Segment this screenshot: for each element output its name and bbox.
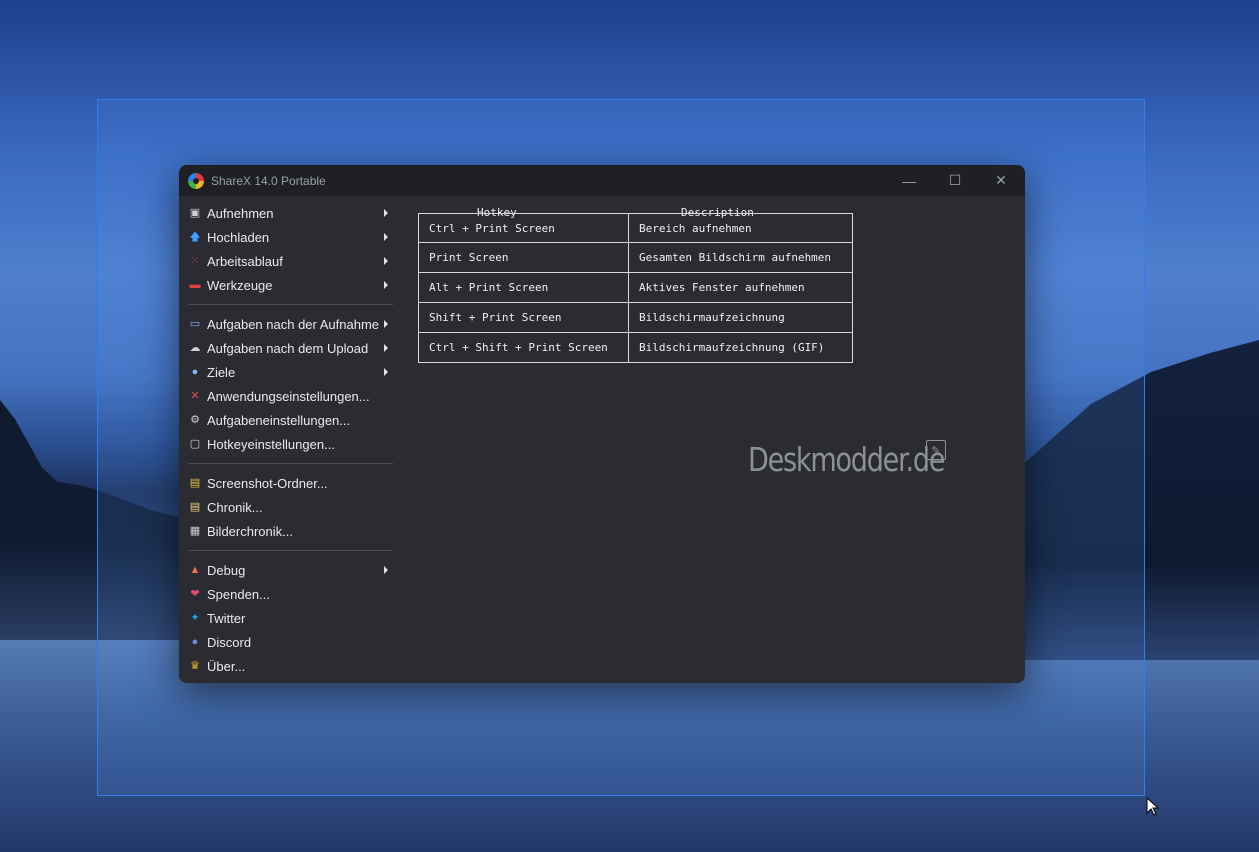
menu-item-hotkeyeinstellungen[interactable]: ▢ Hotkeyeinstellungen... <box>179 432 397 456</box>
traffic-cone-icon: ▲ <box>189 563 201 576</box>
description-cell: Bereich aufnehmen <box>628 213 853 243</box>
hotkey-panel: Hotkey Description Ctrl + Print Screen Be… <box>397 196 1025 683</box>
crown-icon: ♛ <box>190 659 200 672</box>
description-cell: Bildschirmaufzeichnung <box>628 302 853 333</box>
maximize-button[interactable]: ☐ <box>932 165 978 196</box>
menu-item-chronik[interactable]: ▤ Chronik... <box>179 495 397 519</box>
menu-item-aufgaben-nach-dem-upload[interactable]: ☁ Aufgaben nach dem Upload <box>179 336 397 360</box>
toolbox-icon: ▬ <box>189 278 201 291</box>
minimize-icon: — <box>902 172 916 189</box>
menu-item-label: Chronik... <box>207 499 263 515</box>
submenu-arrow-icon <box>384 344 388 352</box>
history-icon: ▤ <box>189 500 201 513</box>
menu-separator <box>179 543 397 558</box>
submenu-arrow-icon <box>384 233 388 241</box>
description-cell: Gesamten Bildschirm aufnehmen <box>628 242 853 273</box>
hotkey-cell: Shift + Print Screen <box>418 302 629 333</box>
folder-icon: ▤ <box>189 476 201 489</box>
gear-icon: ⚙ <box>190 413 200 426</box>
menu-separator <box>179 297 397 312</box>
window-title: ShareX 14.0 Portable <box>211 173 326 188</box>
hotkey-table: Ctrl + Print Screen Bereich aufnehmen Prin… <box>418 213 853 363</box>
menu-item-ziele[interactable]: ● Ziele <box>179 360 397 384</box>
description-cell: Bildschirmaufzeichnung (GIF) <box>628 332 853 363</box>
menu-item-label: Anwendungseinstellungen... <box>207 388 370 404</box>
image-history-icon: ▦ <box>189 524 201 537</box>
menu-item-aufgaben-nach-der-aufnahme[interactable]: ▭ Aufgaben nach der Aufnahme <box>179 312 397 336</box>
main-menu: ▣ Aufnehmen 🡅 Hochladen ⁙ Arbeitsablauf ▬ Werkz… <box>179 196 397 683</box>
table-row: Shift + Print Screen Bildschirmaufzeichnu… <box>418 302 853 333</box>
menu-item-screenshot-ordner[interactable]: ▤ Screenshot-Ordner... <box>179 471 397 495</box>
menu-item-label: Debug <box>207 562 246 578</box>
minimize-button[interactable]: — <box>886 165 932 196</box>
tools-icon: ✕ <box>190 389 200 402</box>
menu-item-werkzeuge[interactable]: ▬ Werkzeuge <box>179 273 397 297</box>
hotkey-cell: Ctrl + Shift + Print Screen <box>418 332 629 363</box>
submenu-arrow-icon <box>384 281 388 289</box>
submenu-arrow-icon <box>384 209 388 217</box>
menu-item-arbeitsablauf[interactable]: ⁙ Arbeitsablauf <box>179 249 397 273</box>
heart-icon: ❤ <box>190 587 200 600</box>
submenu-arrow-icon <box>384 566 388 574</box>
menu-item-label: Spenden... <box>207 586 270 602</box>
menu-item-hochladen[interactable]: 🡅 Hochladen <box>179 225 397 249</box>
menu-item-label: Aufgabeneinstellungen... <box>207 412 351 428</box>
menu-item-label: Hotkeyeinstellungen... <box>207 436 335 452</box>
cloud-upload-icon: ☁ <box>189 341 201 354</box>
discord-icon: ● <box>191 635 199 648</box>
title-bar[interactable]: ShareX 14.0 Portable — ☐ ✕ <box>179 165 1025 196</box>
table-row: Print Screen Gesamten Bildschirm aufnehme… <box>418 242 853 273</box>
sharex-logo-icon <box>188 172 204 189</box>
close-icon: ✕ <box>995 172 1007 188</box>
menu-item-label: Screenshot-Ordner... <box>207 475 328 491</box>
menu-item-über[interactable]: ♛ Über... <box>179 654 397 678</box>
menu-item-debug[interactable]: ▲ Debug <box>179 558 397 582</box>
submenu-arrow-icon <box>384 368 388 376</box>
menu-item-twitter[interactable]: ✦ Twitter <box>179 606 397 630</box>
table-row: Alt + Print Screen Aktives Fenster aufneh… <box>418 272 853 303</box>
hotkey-cell: Ctrl + Print Screen <box>418 213 629 243</box>
menu-item-label: Arbeitsablauf <box>207 253 283 269</box>
watermark-text: Deskmodder.de <box>748 440 945 479</box>
menu-item-label: Hochladen <box>207 229 270 245</box>
menu-separator <box>179 456 397 471</box>
menu-item-bilderchronik[interactable]: ▦ Bilderchronik... <box>179 519 397 543</box>
menu-item-label: Ziele <box>207 364 236 380</box>
hotkey-cell: Print Screen <box>418 242 629 273</box>
table-row: Ctrl + Print Screen Bereich aufnehmen <box>418 213 853 243</box>
menu-item-label: Über... <box>207 658 246 674</box>
menu-item-label: Bilderchronik... <box>207 523 293 539</box>
maximize-icon: ☐ <box>948 172 962 188</box>
menu-item-label: Werkzeuge <box>207 277 273 293</box>
upload-arrow-icon: 🡅 <box>189 230 201 243</box>
camera-icon: ▣ <box>189 206 201 219</box>
table-row: Ctrl + Shift + Print Screen Bildschirmauf… <box>418 332 853 363</box>
grid-dots-icon: ⁙ <box>190 254 200 267</box>
menu-item-aufnehmen[interactable]: ▣ Aufnehmen <box>179 201 397 225</box>
menu-item-anwendungseinstellungen[interactable]: ✕ Anwendungseinstellungen... <box>179 384 397 408</box>
menu-item-spenden[interactable]: ❤ Spenden... <box>179 582 397 606</box>
menu-item-label: Discord <box>207 634 252 650</box>
menu-item-label: Twitter <box>207 610 246 626</box>
pen-icon: ✎ <box>926 440 946 460</box>
menu-item-label: Aufnehmen <box>207 205 274 221</box>
target-user-icon: ● <box>191 365 199 378</box>
sharex-main-window: ShareX 14.0 Portable — ☐ ✕ ▣ Aufnehmen 🡅 Ho… <box>179 165 1025 683</box>
menu-item-discord[interactable]: ● Discord <box>179 630 397 654</box>
submenu-arrow-icon <box>384 257 388 265</box>
close-button[interactable]: ✕ <box>978 165 1024 196</box>
description-cell: Aktives Fenster aufnehmen <box>628 272 853 303</box>
keyboard-key-icon: ▢ <box>189 437 201 450</box>
twitter-bird-icon: ✦ <box>190 611 200 624</box>
submenu-arrow-icon <box>384 320 388 328</box>
menu-item-aufgabeneinstellungen[interactable]: ⚙ Aufgabeneinstellungen... <box>179 408 397 432</box>
image-task-icon: ▭ <box>189 317 201 330</box>
hotkey-cell: Alt + Print Screen <box>418 272 629 303</box>
menu-item-label: Aufgaben nach dem Upload <box>207 340 369 356</box>
menu-item-label: Aufgaben nach der Aufnahme <box>207 316 380 332</box>
